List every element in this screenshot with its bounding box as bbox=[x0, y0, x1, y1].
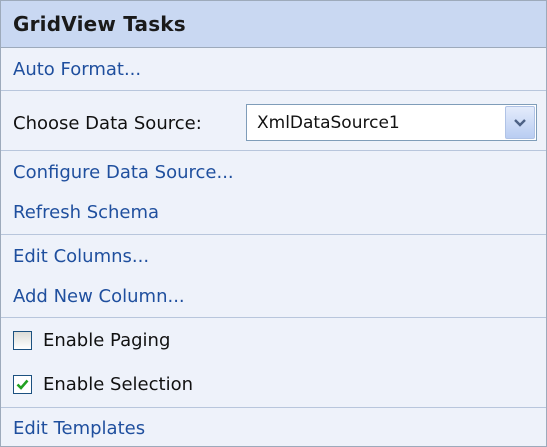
checkmark-icon bbox=[16, 379, 29, 390]
choose-data-source-label: Choose Data Source: bbox=[13, 112, 202, 134]
enable-paging-row[interactable]: Enable Paging bbox=[1, 319, 546, 361]
divider bbox=[1, 407, 546, 408]
enable-paging-checkbox[interactable] bbox=[13, 330, 32, 350]
configure-data-source-row: Configure Data Source... bbox=[1, 153, 546, 191]
auto-format-link[interactable]: Auto Format... bbox=[13, 59, 141, 80]
data-source-value: XmlDataSource1 bbox=[257, 112, 400, 133]
data-source-dropdown[interactable]: XmlDataSource1 bbox=[246, 104, 537, 141]
enable-paging-label: Enable Paging bbox=[43, 329, 171, 351]
edit-columns-link[interactable]: Edit Columns... bbox=[13, 246, 149, 267]
refresh-schema-row: Refresh Schema bbox=[1, 193, 546, 231]
panel-header: GridView Tasks bbox=[1, 1, 546, 48]
auto-format-row: Auto Format... bbox=[1, 48, 546, 90]
gridview-tasks-panel: GridView Tasks Auto Format... Choose Dat… bbox=[0, 0, 547, 447]
enable-selection-label: Enable Selection bbox=[43, 373, 193, 395]
enable-selection-checkbox[interactable] bbox=[13, 374, 32, 394]
divider bbox=[1, 150, 546, 151]
configure-data-source-link[interactable]: Configure Data Source... bbox=[13, 162, 234, 183]
refresh-schema-link[interactable]: Refresh Schema bbox=[13, 202, 159, 223]
edit-templates-row: Edit Templates bbox=[1, 409, 546, 446]
divider bbox=[1, 317, 546, 318]
add-new-column-link[interactable]: Add New Column... bbox=[13, 286, 185, 307]
divider bbox=[1, 234, 546, 235]
chevron-down-icon bbox=[514, 118, 526, 127]
divider bbox=[1, 90, 546, 91]
edit-columns-row: Edit Columns... bbox=[1, 237, 546, 275]
enable-selection-row[interactable]: Enable Selection bbox=[1, 363, 546, 405]
panel-title: GridView Tasks bbox=[13, 12, 186, 36]
edit-templates-link[interactable]: Edit Templates bbox=[13, 418, 145, 439]
add-new-column-row: Add New Column... bbox=[1, 277, 546, 315]
dropdown-button[interactable] bbox=[505, 106, 535, 139]
